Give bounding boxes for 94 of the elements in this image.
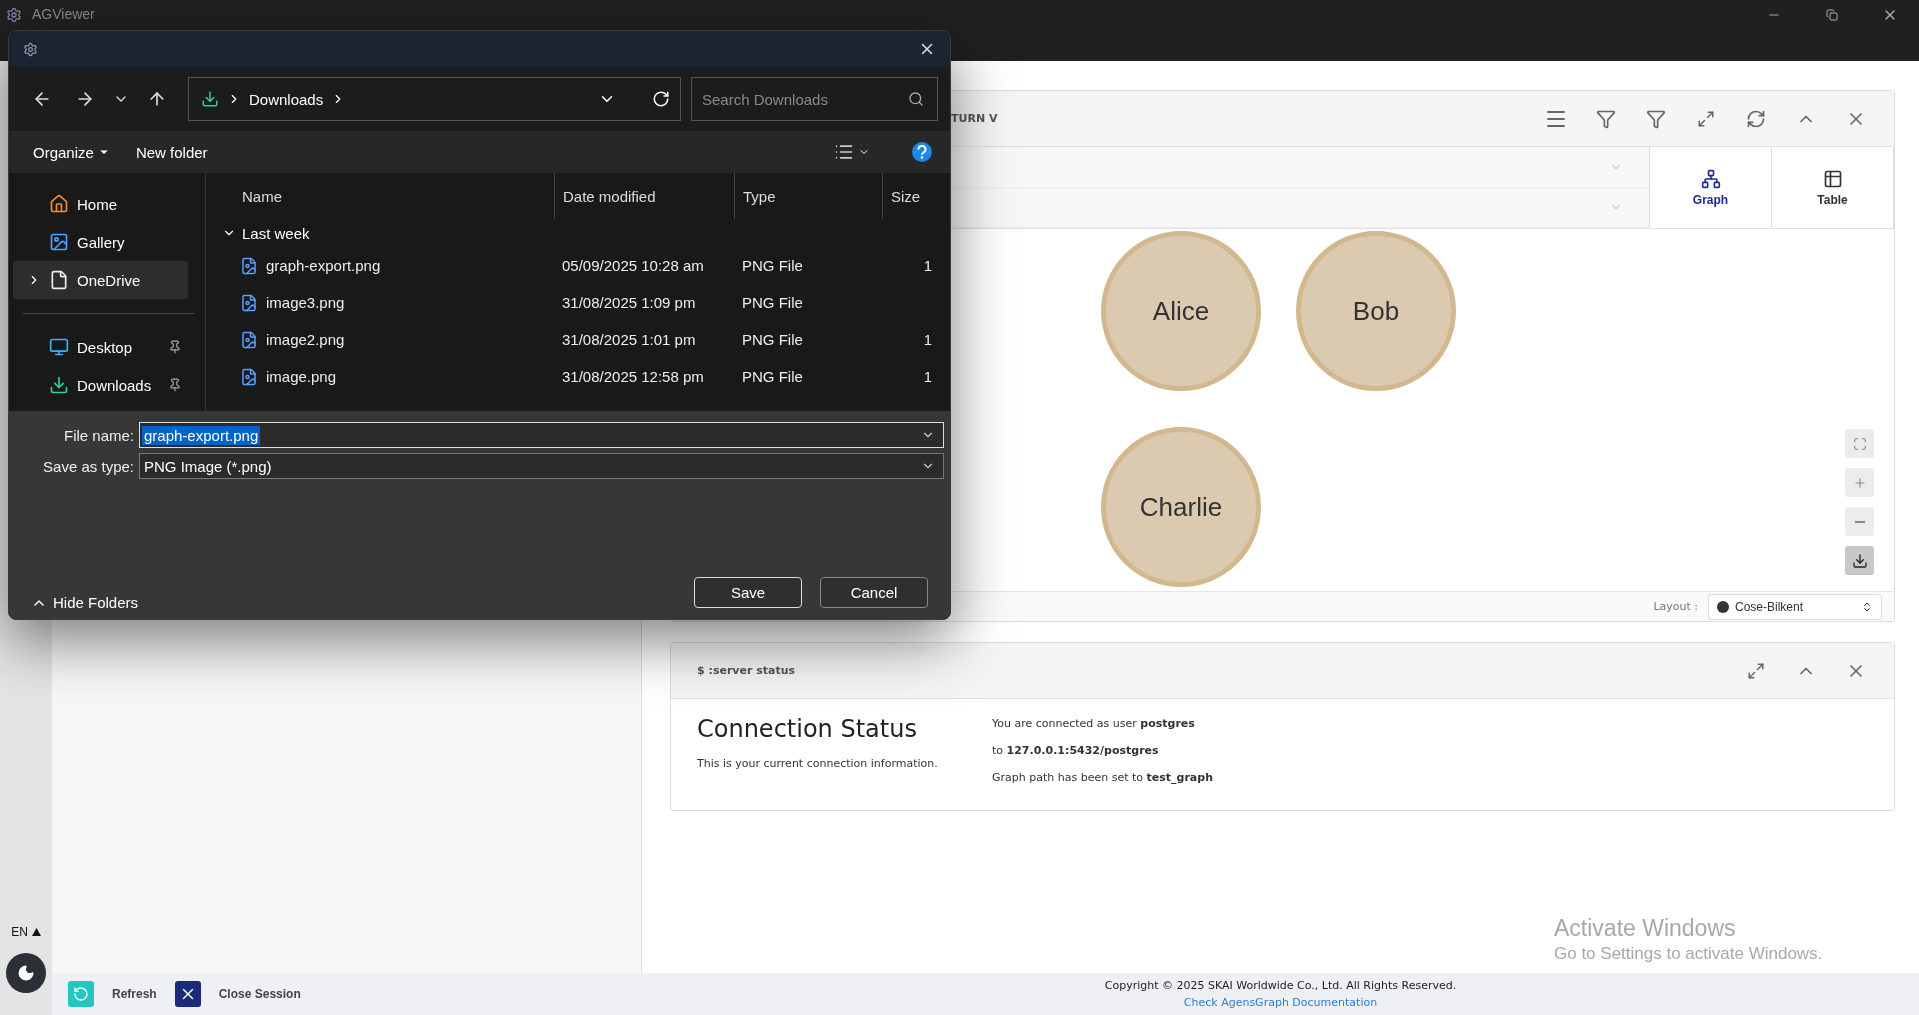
expand-icon <box>1747 661 1765 680</box>
status-description: This is your current connection information. <box>697 757 939 770</box>
address-bar[interactable]: Downloads <box>187 77 681 121</box>
language-selector[interactable]: EN <box>11 925 41 939</box>
fit-icon <box>1852 436 1867 451</box>
dark-mode-button[interactable] <box>6 953 46 993</box>
image-file-icon <box>240 330 258 349</box>
help-icon[interactable] <box>912 142 932 162</box>
nav-item[interactable]: Downloads <box>13 366 188 404</box>
file-date: 31/08/2025 1:09 pm <box>561 294 697 311</box>
column-header[interactable]: Date modified <box>554 173 734 219</box>
dialog-button[interactable]: Save <box>694 577 802 608</box>
expand-icon <box>1697 109 1715 128</box>
moon-icon <box>17 964 35 982</box>
file-date: 31/08/2025 12:58 pm <box>561 368 705 385</box>
download-icon <box>200 90 219 108</box>
panel-title: $ :server status <box>697 664 797 677</box>
file-type: PNG File <box>741 257 804 274</box>
action-link[interactable]: Close Session <box>218 987 301 1001</box>
query-text: TURN V <box>951 112 999 125</box>
monitor-icon <box>49 337 69 357</box>
close-icon[interactable] <box>174 981 201 1007</box>
app-logo-icon <box>6 7 22 23</box>
image-file-icon <box>240 367 258 386</box>
filter-icon <box>1596 108 1616 129</box>
list-icon <box>834 142 854 162</box>
file-name[interactable]: image2.png <box>266 331 345 348</box>
download-icon <box>1851 552 1868 569</box>
nav-item[interactable]: Desktop <box>13 328 188 366</box>
image-file-icon <box>240 256 258 275</box>
graph-icon <box>1700 168 1721 189</box>
column-header[interactable]: Size <box>882 173 932 219</box>
command-button[interactable]: Organize <box>27 139 116 165</box>
window-title: AGViewer <box>32 6 95 22</box>
copyright-text: Copyright © 2025 SKAI Worldwide Co., Ltd. All Rights Reserved. <box>1104 979 1457 992</box>
minus-icon <box>1854 520 1865 523</box>
search-field[interactable]: Search Downloads <box>691 77 938 121</box>
nav-item[interactable]: OneDrive <box>13 261 188 299</box>
file-size: 1 <box>922 368 932 385</box>
file-name[interactable]: graph-export.png <box>266 257 381 274</box>
restore-icon <box>1826 9 1838 21</box>
graph-node[interactable]: Alice <box>1101 231 1261 391</box>
activation-text: Go to Settings to activate Windows. <box>1554 944 1823 964</box>
up-down-icon <box>1861 600 1873 613</box>
file-date: 05/09/2025 10:28 am <box>561 257 705 274</box>
command-button[interactable]: New folder <box>129 139 214 165</box>
file-size: 1 <box>922 257 932 274</box>
search-icon <box>908 91 924 107</box>
download-icon <box>49 375 69 395</box>
plus-icon <box>1852 475 1867 490</box>
refresh-icon <box>1746 108 1766 129</box>
file-name-field[interactable]: graph-export.png <box>139 422 944 448</box>
refresh-icon[interactable] <box>652 90 670 108</box>
file-size: 1 <box>922 331 932 348</box>
nav-item[interactable]: Home <box>13 185 188 223</box>
image-file-icon <box>240 293 258 312</box>
document-icon <box>49 270 69 290</box>
field-label: File name: <box>62 426 134 444</box>
documentation-link[interactable]: Check AgensGraph Documentation <box>1183 996 1378 1009</box>
status-heading: Connection Status <box>697 715 918 743</box>
pin-icon <box>168 340 182 354</box>
dialog-button[interactable]: Cancel <box>820 577 928 608</box>
group-header[interactable]: Last week <box>214 219 932 247</box>
action-link[interactable]: Refresh <box>112 987 157 1001</box>
file-date: 31/08/2025 1:01 pm <box>561 331 697 348</box>
layout-label: Layout : <box>1653 600 1698 613</box>
file-name[interactable]: image.png <box>266 368 337 385</box>
file-type: PNG File <box>741 368 804 385</box>
activation-title: Activate Windows <box>1554 915 1737 942</box>
question-mark-icon <box>917 145 927 159</box>
table-icon <box>1822 168 1843 189</box>
download-button[interactable] <box>1845 546 1874 575</box>
field-label: Save as type: <box>42 457 134 475</box>
hide-folders-button[interactable]: Hide Folders <box>19 594 139 611</box>
file-name[interactable]: image3.png <box>266 294 345 311</box>
status-line: You are connected as user postgres <box>992 717 1196 730</box>
graph-node[interactable]: Charlie <box>1101 427 1261 587</box>
pin-icon <box>168 378 182 392</box>
house-icon <box>49 194 69 214</box>
picture-icon <box>49 232 69 252</box>
triangle-icon <box>31 928 41 936</box>
status-line: to 127.0.0.1:5432/postgres <box>992 744 1160 757</box>
file-type: PNG File <box>741 294 804 311</box>
file-type: PNG File <box>741 331 804 348</box>
file-type-select[interactable]: PNG Image (*.png) <box>139 453 944 479</box>
column-header[interactable]: Name <box>214 173 554 219</box>
nav-item[interactable]: Gallery <box>13 223 188 261</box>
app-logo-icon <box>23 41 38 57</box>
graph-node[interactable]: Bob <box>1296 231 1456 391</box>
filter-icon <box>1646 108 1666 129</box>
zoom-out-button[interactable] <box>1845 507 1874 536</box>
status-line: Graph path has been set to test_graph <box>992 771 1213 784</box>
column-header[interactable]: Type <box>734 173 882 219</box>
layout-select[interactable]: Cose-Bilkent <box>1708 593 1882 620</box>
